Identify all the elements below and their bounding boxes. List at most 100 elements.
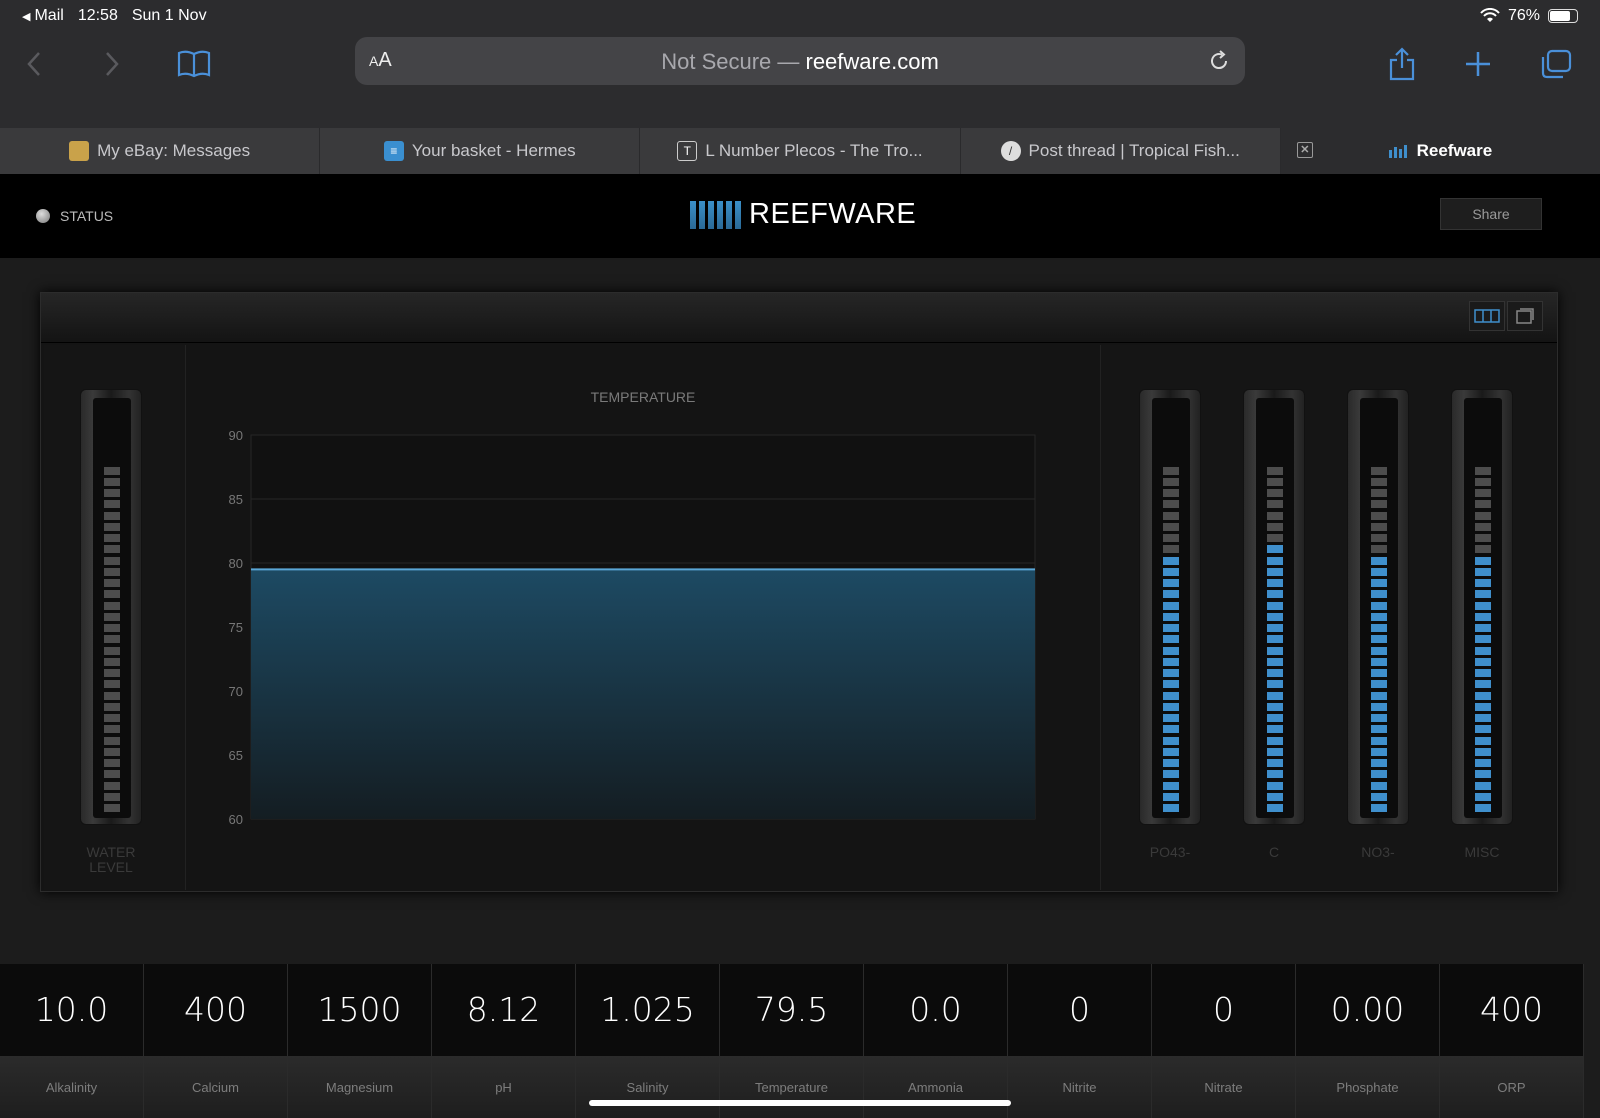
meter-segment xyxy=(1163,601,1179,610)
forward-button[interactable] xyxy=(92,44,132,84)
meter-segment xyxy=(1475,612,1491,621)
status-indicator[interactable]: STATUS xyxy=(36,208,113,224)
tab-ebay[interactable]: My eBay: Messages xyxy=(0,128,321,174)
meter-segment xyxy=(1371,702,1387,711)
meter-segment xyxy=(1267,590,1283,599)
meter-segment xyxy=(1475,534,1491,542)
readout-value: 1.025 xyxy=(576,964,719,1056)
site-header: STATUS REEFWARE Share xyxy=(0,174,1600,258)
battery-fill xyxy=(1550,11,1570,21)
new-tab-button[interactable] xyxy=(1458,44,1498,84)
meter-segment xyxy=(1163,466,1179,475)
meter-segment xyxy=(1267,612,1283,621)
meter-segment xyxy=(1267,680,1283,689)
close-tab-icon[interactable]: ✕ xyxy=(1296,142,1313,158)
meter-segment xyxy=(1475,511,1491,520)
meter-segment xyxy=(1475,691,1491,700)
meter-segment xyxy=(104,669,120,677)
meter-segment xyxy=(1163,590,1179,599)
y-tick-label: 60 xyxy=(229,812,243,827)
tab-hermes[interactable]: ≡ Your basket - Hermes xyxy=(320,128,641,174)
window-view-button[interactable] xyxy=(1507,301,1543,331)
meter-segment xyxy=(1371,736,1387,745)
readout-temperature[interactable]: 79.5 Temperature xyxy=(720,964,864,1118)
tab-plecos[interactable]: T L Number Plecos - The Tro... xyxy=(640,128,961,174)
readout-phosphate[interactable]: 0.00 Phosphate xyxy=(1296,964,1440,1118)
c-label: C xyxy=(1268,844,1280,860)
meter-segment xyxy=(1267,725,1283,734)
home-indicator[interactable] xyxy=(589,1100,1011,1106)
meter-segment xyxy=(1267,466,1283,475)
readout-value: 0.00 xyxy=(1296,964,1439,1056)
address-bar[interactable]: AA Not Secure — reefware.com xyxy=(355,37,1245,85)
meter-segment xyxy=(1475,781,1491,790)
readout-magnesium[interactable]: 1500 Magnesium xyxy=(288,964,432,1118)
status-dot-icon xyxy=(36,209,50,223)
readout-ph[interactable]: 8.12 pH xyxy=(432,964,576,1118)
no3-label: NO3- xyxy=(1361,844,1395,860)
meter-segment xyxy=(1163,635,1179,644)
readout-nitrite[interactable]: 0 Nitrite xyxy=(1008,964,1152,1118)
readout-salinity[interactable]: 1.025 Salinity xyxy=(576,964,720,1118)
tab-post-thread[interactable]: / Post thread | Tropical Fish... xyxy=(961,128,1281,174)
meter-segment xyxy=(104,747,120,756)
tab-reefware[interactable]: ✕ Reefware xyxy=(1280,128,1600,174)
meter-segment xyxy=(1475,747,1491,756)
url-domain: reefware.com xyxy=(805,49,939,74)
meter-segment xyxy=(1475,624,1491,632)
back-button[interactable] xyxy=(14,44,54,84)
readout-nitrate[interactable]: 0 Nitrate xyxy=(1152,964,1296,1118)
meter-segment xyxy=(1475,759,1491,767)
columns-icon xyxy=(1474,309,1500,323)
tab-label: My eBay: Messages xyxy=(97,141,251,160)
meter-segment xyxy=(1267,500,1283,509)
meter-segment xyxy=(1267,691,1283,700)
meter-segment xyxy=(1475,702,1491,711)
meter-segment xyxy=(1267,792,1283,801)
bookmarks-button[interactable] xyxy=(174,44,214,84)
meter-segment xyxy=(1163,669,1179,677)
meter-segment xyxy=(1371,545,1387,554)
meter-segment xyxy=(104,725,120,734)
meter-segment xyxy=(1371,691,1387,700)
readout-label: Alkalinity xyxy=(0,1056,143,1118)
water-level-label: WATER LEVEL xyxy=(61,845,161,875)
window-icon xyxy=(1516,308,1534,324)
meter-segment xyxy=(1267,556,1283,565)
readout-alkalinity[interactable]: 10.0 Alkalinity xyxy=(0,964,144,1118)
meter-segment xyxy=(1163,489,1179,497)
meter-segment xyxy=(1475,646,1491,655)
back-to-app-link[interactable]: ◀ Mail xyxy=(22,7,64,25)
misc-label: MISC xyxy=(1464,844,1500,860)
meter-segments xyxy=(1464,398,1502,818)
logo-bars-icon xyxy=(690,200,741,229)
meter-segment xyxy=(1475,545,1491,554)
share-sheet-button[interactable] xyxy=(1382,44,1422,84)
share-button[interactable]: Share xyxy=(1440,198,1542,230)
meter-segment xyxy=(1371,522,1387,531)
meter-segment xyxy=(1371,567,1387,576)
tab-overview-button[interactable] xyxy=(1536,44,1576,84)
reefware-logo: REEFWARE xyxy=(690,198,916,231)
forum-favicon-icon: / xyxy=(1000,141,1021,161)
readout-ammonia[interactable]: 0.0 Ammonia xyxy=(864,964,1008,1118)
readout-value: 400 xyxy=(144,964,287,1056)
meter-segment xyxy=(1267,770,1283,779)
meter-segment xyxy=(1163,747,1179,756)
readout-calcium[interactable]: 400 Calcium xyxy=(144,964,288,1118)
url-prefix: Not Secure — xyxy=(661,49,806,74)
readout-orp[interactable]: 400 ORP xyxy=(1440,964,1584,1118)
reefware-page: STATUS REEFWARE Share WATER LEVEL TEMPER… xyxy=(0,174,1600,1118)
meter-segment xyxy=(104,770,120,779)
book-icon xyxy=(177,50,211,78)
y-tick-label: 90 xyxy=(229,428,243,443)
tab-bar: My eBay: Messages ≡ Your basket - Hermes… xyxy=(0,128,1600,174)
columns-view-button[interactable] xyxy=(1469,301,1505,331)
meter-segment xyxy=(1475,770,1491,779)
panel-header xyxy=(41,293,1557,343)
meter-segment xyxy=(104,781,120,790)
reload-button[interactable] xyxy=(1207,49,1231,78)
battery-percent: 76% xyxy=(1507,7,1540,24)
meter-segment xyxy=(1163,770,1179,779)
readout-label: Salinity xyxy=(576,1056,719,1118)
